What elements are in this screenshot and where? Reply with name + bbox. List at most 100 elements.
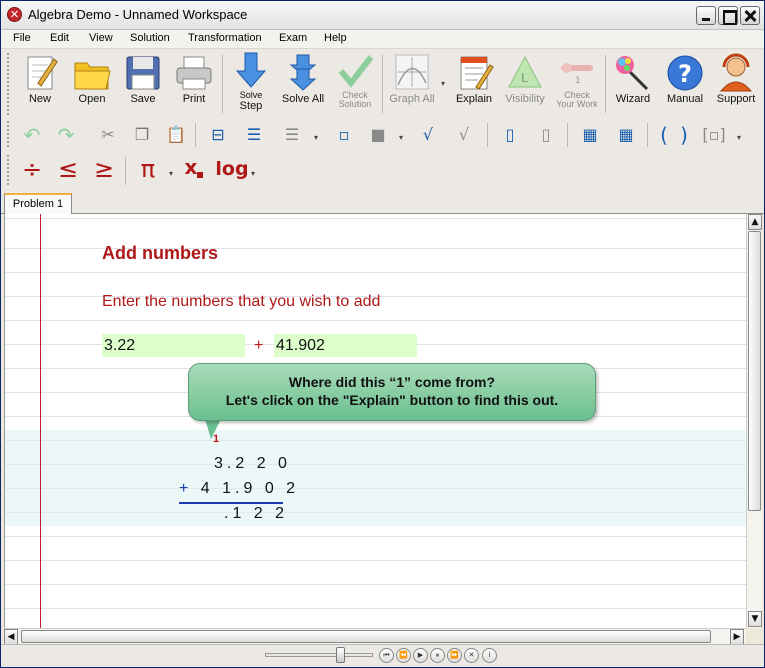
frame-icon[interactable]: ▯ (497, 123, 523, 147)
check-solution-button[interactable]: Check Solution (327, 51, 383, 109)
vertical-scrollbar[interactable]: ▲ ▼ (746, 214, 762, 628)
work-area-band (5, 430, 746, 526)
paste-icon[interactable]: 📋 (163, 123, 189, 147)
check-your-work-button[interactable]: 1 Check Your Work (549, 51, 605, 109)
pi-button[interactable]: π (135, 157, 161, 181)
play-icon[interactable]: ▶ (413, 648, 428, 663)
first-step-icon[interactable]: ⏮ (379, 648, 394, 663)
grid-icon[interactable]: ▦ (577, 123, 603, 147)
tab-problem-1[interactable]: Problem 1 (4, 193, 72, 214)
menu-file[interactable]: File (13, 32, 31, 44)
combine-rows-icon[interactable]: ☰ (241, 123, 267, 147)
graph-all-label: Graph All (389, 93, 435, 105)
playback-slider-knob[interactable] (336, 647, 345, 663)
toolbar-grip[interactable] (7, 155, 11, 185)
cut-icon[interactable]: ✂ (95, 123, 121, 147)
menu-edit[interactable]: Edit (50, 32, 69, 44)
dropdown-arrow-icon[interactable]: ▾ (314, 133, 318, 142)
subscript-square-icon (197, 172, 204, 178)
redo-icon[interactable]: ↷ (53, 123, 79, 147)
divide-button[interactable]: ÷ (19, 157, 45, 181)
merge-rows-icon[interactable]: ☰ (279, 123, 305, 147)
minimize-button[interactable] (696, 6, 716, 25)
solve-all-label: Solve All (281, 93, 325, 105)
dropdown-arrow-icon[interactable]: ▾ (737, 133, 741, 142)
pause-icon[interactable]: ⏸ (430, 648, 445, 663)
close-button[interactable] (740, 6, 760, 25)
menu-help[interactable]: Help (324, 32, 347, 44)
fast-forward-icon[interactable]: ⏩ (447, 648, 462, 663)
maximize-button[interactable] (718, 6, 738, 25)
dropdown-arrow-icon[interactable]: ▾ (399, 133, 403, 142)
menu-exam[interactable]: Exam (279, 32, 307, 44)
support-button[interactable]: Support (708, 53, 764, 105)
dropdown-arrow-icon[interactable]: ▾ (169, 169, 173, 178)
plus-operator: + (254, 337, 264, 354)
visibility-label: Visibility (505, 93, 545, 105)
svg-text:?: ? (678, 60, 692, 88)
split-terms-icon[interactable]: ⊟ (205, 123, 231, 147)
grid-alt-icon[interactable]: ▦ (613, 123, 639, 147)
carry-digit: 1 (213, 433, 220, 445)
menu-transformation[interactable]: Transformation (188, 32, 262, 44)
callout-line-2: Let's click on the "Explain" button to f… (225, 392, 559, 408)
solve-all-button[interactable]: Solve All (275, 53, 331, 105)
right-paren-icon[interactable]: ) (671, 123, 697, 147)
check-solution-label-2: Solution (338, 99, 372, 109)
toolbar-separator (125, 157, 126, 185)
vertical-scroll-thumb[interactable] (748, 231, 761, 511)
stop-icon[interactable]: ✕ (464, 648, 479, 663)
scroll-up-icon[interactable]: ▲ (748, 214, 762, 230)
title-bar[interactable]: ✕ Algebra Demo - Unnamed Workspace (1, 1, 764, 30)
graph-all-button[interactable]: Graph All (384, 53, 440, 105)
greater-equal-button[interactable]: ≥ (91, 157, 117, 181)
bracket-box-icon[interactable]: [▫] (701, 123, 727, 147)
subscript-button[interactable]: x (181, 155, 207, 179)
horizontal-scrollbar[interactable]: ◀ ▶ (4, 628, 746, 645)
less-equal-button[interactable]: ≤ (55, 157, 81, 181)
open-button[interactable]: Open (64, 53, 120, 105)
dropdown-arrow-icon[interactable]: ▾ (251, 169, 255, 178)
wizard-button[interactable]: Wizard (605, 53, 661, 105)
problem-title: Add numbers (102, 243, 219, 263)
playback-slider-track[interactable] (265, 653, 373, 657)
toolbar-separator (647, 123, 648, 147)
horizontal-scroll-thumb[interactable] (21, 630, 711, 643)
sqrt-icon[interactable]: √ (415, 123, 441, 147)
graph-dropdown-icon[interactable]: ▾ (441, 79, 445, 88)
toolbar-separator (487, 123, 488, 147)
frame-gray-icon[interactable]: ▯ (533, 123, 559, 147)
check-work-icon: 1 (557, 51, 597, 89)
toolbar-grip[interactable] (7, 53, 11, 115)
solve-step-button[interactable]: Solve Step (223, 51, 279, 112)
sqrt-box-icon[interactable]: √ (451, 123, 477, 147)
operand-2-input[interactable]: 41.902 (274, 334, 417, 357)
square-icon[interactable]: ■ (365, 123, 391, 147)
scroll-right-icon[interactable]: ▶ (730, 629, 744, 645)
visibility-button[interactable]: L Visibility (497, 53, 553, 105)
explain-button[interactable]: Explain (446, 53, 502, 105)
worksheet[interactable]: Add numbers Enter the numbers that you w… (4, 214, 746, 628)
info-icon[interactable]: i (482, 648, 497, 663)
solve-step-arrow-icon (231, 51, 271, 89)
operand-1-input[interactable]: 3.22 (102, 334, 245, 357)
checkmark-icon (335, 51, 375, 89)
scroll-down-icon[interactable]: ▼ (748, 611, 762, 627)
save-button[interactable]: Save (115, 53, 171, 105)
callout-line-1: Where did this “1” come from? (288, 374, 496, 390)
log-button[interactable]: log (213, 157, 251, 181)
toolbar-grip[interactable] (7, 121, 11, 147)
copy-icon[interactable]: ❐ (129, 123, 155, 147)
solve-step-label: Solve (239, 90, 263, 100)
menu-solution[interactable]: Solution (130, 32, 170, 44)
printer-icon (174, 53, 214, 91)
scroll-left-icon[interactable]: ◀ (4, 629, 18, 645)
menu-view[interactable]: View (89, 32, 113, 44)
new-button[interactable]: New (12, 53, 68, 105)
undo-icon[interactable]: ↶ (19, 123, 45, 147)
print-button[interactable]: Print (166, 53, 222, 105)
rewind-icon[interactable]: ⏪ (396, 648, 411, 663)
power-box-icon[interactable]: ▫ (331, 123, 357, 147)
sum-result-row: .1 2 2 (224, 505, 289, 522)
manual-button[interactable]: ? Manual (657, 53, 713, 105)
